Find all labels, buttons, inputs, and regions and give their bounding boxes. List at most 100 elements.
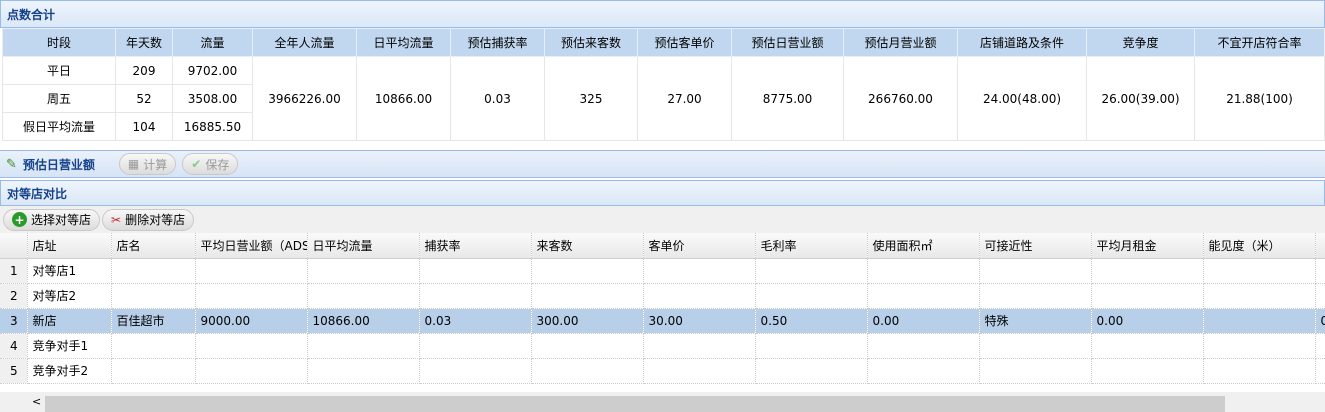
grid-cell[interactable]: [531, 283, 644, 309]
grid-cell[interactable]: 对等店2: [27, 283, 112, 309]
grid-cell[interactable]: [1203, 258, 1316, 284]
grid-cell[interactable]: [1091, 258, 1204, 284]
grid-cell[interactable]: [867, 283, 980, 309]
row-number: 1: [0, 258, 28, 284]
grid-cell[interactable]: 0.00: [1091, 308, 1204, 334]
grid-cell[interactable]: [1315, 258, 1325, 284]
rownum-header: [0, 233, 28, 259]
grid-cell[interactable]: 0.50: [755, 308, 868, 334]
grid-cell[interactable]: [111, 358, 196, 384]
grid-cell[interactable]: [755, 283, 868, 309]
table-row[interactable]: 1 对等店1: [0, 258, 1325, 284]
grid-cell[interactable]: [643, 283, 756, 309]
grid-column-header[interactable]: 平均月租金: [1091, 233, 1204, 259]
grid-cell[interactable]: [111, 283, 196, 309]
summary-header: 流量: [172, 28, 253, 57]
grid-cell[interactable]: [643, 358, 756, 384]
grid-cell[interactable]: [643, 258, 756, 284]
horizontal-scrollbar[interactable]: <: [0, 392, 1325, 412]
summary-header: 预估客单价: [637, 28, 732, 57]
scroll-left-arrow[interactable]: <: [32, 395, 41, 408]
grid-cell[interactable]: [1315, 358, 1325, 384]
grid-column-header[interactable]: 毛利率: [755, 233, 868, 259]
grid-cell[interactable]: [195, 333, 308, 359]
grid-cell[interactable]: [419, 333, 532, 359]
grid-column-header[interactable]: 日平均流量: [307, 233, 420, 259]
grid-cell[interactable]: [755, 333, 868, 359]
grid-cell[interactable]: [111, 258, 196, 284]
grid-cell[interactable]: [1203, 358, 1316, 384]
grid-column-header[interactable]: 可接近性: [979, 233, 1092, 259]
grid-cell[interactable]: [979, 358, 1092, 384]
grid-column-header[interactable]: 能见度（米）: [1203, 233, 1316, 259]
grid-cell[interactable]: 百佳超市: [111, 308, 196, 334]
grid-cell[interactable]: 特殊: [979, 308, 1092, 334]
grid-cell[interactable]: [531, 258, 644, 284]
grid-cell[interactable]: [307, 358, 420, 384]
grid-cell[interactable]: 30.00: [643, 308, 756, 334]
grid-cell[interactable]: [643, 333, 756, 359]
delete-peer-store-button[interactable]: ✂ 删除对等店: [102, 208, 195, 231]
pencil-icon: ✎: [6, 156, 17, 172]
grid-cell[interactable]: [307, 333, 420, 359]
grid-cell[interactable]: [979, 283, 1092, 309]
grid-cell[interactable]: [755, 258, 868, 284]
grid-cell[interactable]: 9000.00: [195, 308, 308, 334]
grid-cell[interactable]: [867, 358, 980, 384]
grid-cell[interactable]: [111, 333, 196, 359]
grid-cell[interactable]: 对等店1: [27, 258, 112, 284]
grid-column-header[interactable]: 客单价: [643, 233, 756, 259]
grid-cell[interactable]: [1091, 283, 1204, 309]
table-row[interactable]: 5 竞争对手2: [0, 358, 1325, 384]
grid-column-header[interactable]: 平均日营业额（ADS）: [195, 233, 308, 259]
grid-cell[interactable]: [1091, 358, 1204, 384]
grid-column-header[interactable]: 来客数: [531, 233, 644, 259]
grid-cell[interactable]: [1203, 308, 1316, 334]
grid-cell[interactable]: 300.00: [531, 308, 644, 334]
grid-cell[interactable]: 10866.00: [307, 308, 420, 334]
grid-column-header[interactable]: 捕获率: [419, 233, 532, 259]
grid-cell[interactable]: 竞争对手2: [27, 358, 112, 384]
grid-cell[interactable]: [195, 358, 308, 384]
grid-cell[interactable]: [867, 258, 980, 284]
grid-cell[interactable]: [867, 333, 980, 359]
grid-cell[interactable]: [979, 258, 1092, 284]
grid-column-header[interactable]: [1315, 233, 1325, 259]
table-row[interactable]: 4 竞争对手1: [0, 333, 1325, 359]
grid-cell[interactable]: [1203, 283, 1316, 309]
calculate-button[interactable]: ▦ 计算: [118, 153, 177, 175]
grid-cell[interactable]: [755, 358, 868, 384]
select-peer-store-button[interactable]: + 选择对等店: [3, 208, 101, 231]
grid-cell[interactable]: 新店: [27, 308, 112, 334]
delete-label: 删除对等店: [125, 213, 186, 227]
grid-cell[interactable]: [1315, 283, 1325, 309]
table-row[interactable]: 2 对等店2: [0, 283, 1325, 309]
grid-cell[interactable]: [419, 283, 532, 309]
table-row[interactable]: 3 新店 百佳超市 9000.00 10866.00 0.03 300.00 30.00 0.5…: [0, 308, 1325, 334]
grid-cell[interactable]: [1091, 333, 1204, 359]
grid-cell[interactable]: [419, 358, 532, 384]
plus-icon: +: [12, 212, 27, 227]
grid-cell[interactable]: [531, 358, 644, 384]
grid-cell[interactable]: [1315, 333, 1325, 359]
grid-cell[interactable]: [195, 283, 308, 309]
grid-cell[interactable]: [307, 258, 420, 284]
grid-cell[interactable]: 0: [1315, 308, 1325, 334]
grid-cell[interactable]: [307, 283, 420, 309]
summary-merged-cell: 266760.00: [843, 56, 958, 141]
grid-cell[interactable]: [419, 258, 532, 284]
summary-merged-cell: 27.00: [637, 56, 732, 141]
grid-column-header[interactable]: 使用面积㎡: [867, 233, 980, 259]
grid-cell[interactable]: [1203, 333, 1316, 359]
grid-cell[interactable]: [979, 333, 1092, 359]
summary-cell: 平日: [2, 56, 116, 85]
scrollbar-thumb[interactable]: [45, 396, 1225, 412]
grid-cell[interactable]: [195, 258, 308, 284]
grid-cell[interactable]: [531, 333, 644, 359]
grid-cell[interactable]: 竞争对手1: [27, 333, 112, 359]
grid-column-header[interactable]: 店名: [111, 233, 196, 259]
grid-cell[interactable]: 0.03: [419, 308, 532, 334]
save-button[interactable]: ✔ 保存: [182, 153, 239, 175]
grid-cell[interactable]: 0.00: [867, 308, 980, 334]
grid-column-header[interactable]: 店址: [27, 233, 112, 259]
